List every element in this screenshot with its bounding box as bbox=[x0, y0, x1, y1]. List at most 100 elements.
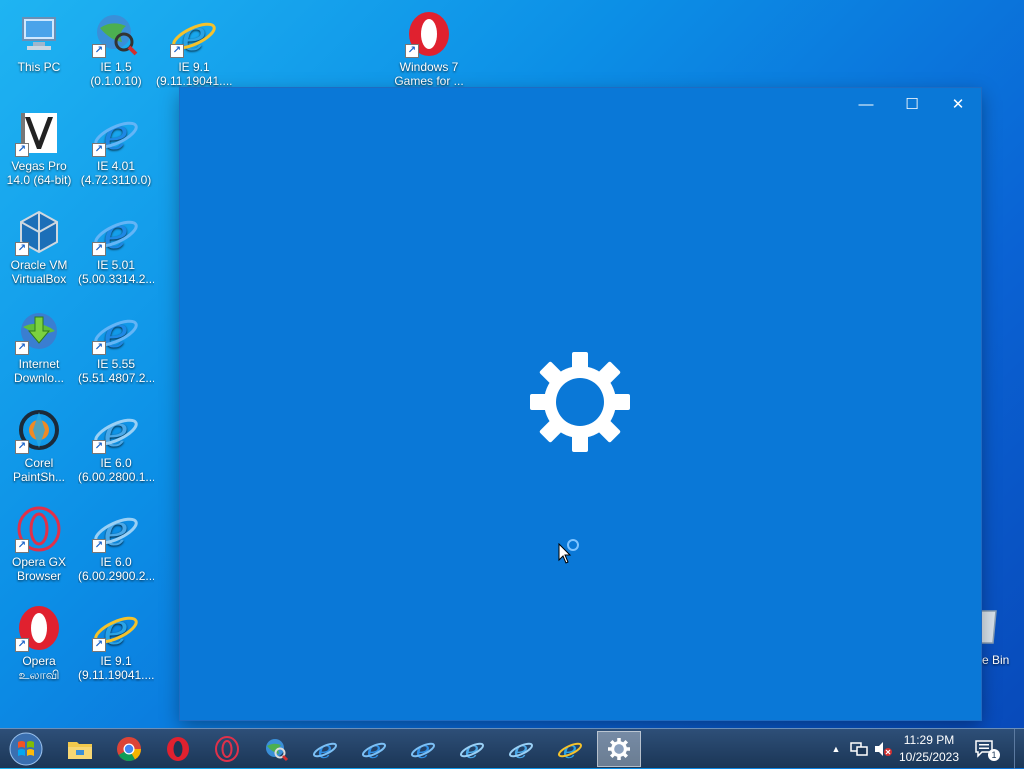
desktop-icon-label: IE 5.01 (5.00.3314.2... bbox=[78, 258, 154, 286]
recycle-bin-label: e Bin bbox=[982, 653, 1010, 667]
ie-icon: e bbox=[557, 736, 583, 762]
ie-icon: e bbox=[508, 736, 534, 762]
computer-icon bbox=[15, 10, 63, 58]
opera-icon bbox=[167, 737, 189, 761]
shortcut-arrow-icon: ↗ bbox=[92, 44, 106, 58]
desktop-icon-corel-paintshop[interactable]: ↗ Corel PaintSh... bbox=[1, 400, 77, 496]
taskbar-ie-a[interactable]: e bbox=[303, 731, 347, 767]
opera-icon: ↗ bbox=[15, 604, 63, 652]
desktop-icon-label: IE 9.1 (9.11.19041.... bbox=[156, 60, 232, 88]
shortcut-arrow-icon: ↗ bbox=[15, 341, 29, 355]
start-button[interactable] bbox=[6, 730, 46, 768]
shortcut-arrow-icon: ↗ bbox=[15, 242, 29, 256]
svg-text:e: e bbox=[104, 605, 129, 652]
desktop-icon-label: Internet Downlo... bbox=[13, 357, 65, 385]
desktop-icon-virtualbox[interactable]: ↗ Oracle VM VirtualBox bbox=[1, 202, 77, 298]
download-manager-icon: ↗ bbox=[15, 307, 63, 355]
shortcut-arrow-icon: ↗ bbox=[92, 638, 106, 652]
svg-text:e: e bbox=[182, 11, 207, 58]
gear-icon bbox=[530, 352, 630, 452]
show-desktop-button[interactable] bbox=[1014, 729, 1024, 769]
taskbar-ie-b[interactable]: e bbox=[352, 731, 396, 767]
tray-overflow-chevron[interactable]: ▲ bbox=[828, 729, 844, 769]
ie-globe-icon: ↗ bbox=[92, 10, 140, 58]
clock-time: 11:29 PM bbox=[903, 733, 955, 747]
close-button[interactable]: ✕ bbox=[935, 88, 981, 120]
desktop-icon-opera-gx[interactable]: ↗ Opera GX Browser bbox=[1, 499, 77, 595]
taskbar-file-explorer[interactable] bbox=[58, 731, 102, 767]
shortcut-arrow-icon: ↗ bbox=[15, 638, 29, 652]
ie-icon: e ↗ bbox=[92, 109, 140, 159]
desktop-icon-label: IE 6.0 (6.00.2900.2... bbox=[78, 555, 154, 583]
shortcut-arrow-icon: ↗ bbox=[15, 539, 29, 553]
desktop-icon-label: Oracle VM VirtualBox bbox=[10, 258, 68, 286]
taskbar-ie-e[interactable]: e bbox=[499, 731, 543, 767]
desktop-icon-ie-6-0-b[interactable]: e ↗ IE 6.0 (6.00.2900.2... bbox=[78, 499, 154, 595]
opera-icon: ↗ bbox=[405, 10, 453, 58]
desktop-icon-windows7-games[interactable]: ↗ Windows 7 Games for ... bbox=[391, 4, 467, 100]
desktop-icon-ie-5-55[interactable]: e ↗ IE 5.55 (5.51.4807.2... bbox=[78, 301, 154, 397]
desktop-icon-ie-4-01[interactable]: e ↗ IE 4.01 (4.72.3110.0) bbox=[78, 103, 154, 199]
volume-muted-icon[interactable] bbox=[872, 729, 894, 769]
settings-window[interactable]: — ☐ ✕ bbox=[180, 88, 981, 720]
shortcut-arrow-icon: ↗ bbox=[92, 341, 106, 355]
opera-gx-icon bbox=[215, 736, 239, 762]
ie-icon: e ↗ bbox=[92, 604, 140, 654]
desktop-icon-ie-9-1-b[interactable]: e ↗ IE 9.1 (9.11.19041.... bbox=[78, 598, 154, 694]
desktop-icon-ie-1-5[interactable]: ↗ IE 1.5 (0.1.0.10) bbox=[78, 4, 154, 100]
desktop-icon-vegas-pro[interactable]: ↗ Vegas Pro 14.0 (64-bit) bbox=[1, 103, 77, 199]
ie-icon: e ↗ bbox=[92, 505, 140, 555]
desktop-icon-label: IE 6.0 (6.00.2800.1... bbox=[78, 456, 154, 484]
desktop-icon-this-pc[interactable]: This PC bbox=[1, 4, 77, 100]
desktop-icon-label: This PC bbox=[17, 60, 61, 74]
ie-icon: e bbox=[410, 736, 436, 762]
opera-gx-icon: ↗ bbox=[15, 505, 63, 553]
ie-icon: e bbox=[459, 736, 485, 762]
desktop-icon-opera[interactable]: ↗ Opera உலாவி bbox=[1, 598, 77, 694]
desktop-icon-label: IE 1.5 (0.1.0.10) bbox=[90, 60, 142, 88]
taskbar-chrome[interactable] bbox=[107, 731, 151, 767]
shortcut-arrow-icon: ↗ bbox=[170, 44, 184, 58]
shortcut-arrow-icon: ↗ bbox=[15, 143, 29, 157]
taskbar-ie-f[interactable]: e bbox=[548, 731, 592, 767]
taskbar-clock[interactable]: 11:29 PM 10/25/2023 bbox=[896, 732, 962, 766]
svg-text:e: e bbox=[104, 209, 129, 256]
desktop-icon-label: Vegas Pro 14.0 (64-bit) bbox=[6, 159, 72, 187]
shortcut-arrow-icon: ↗ bbox=[92, 539, 106, 553]
ie-icon: e bbox=[312, 736, 338, 762]
virtualbox-icon: ↗ bbox=[15, 208, 63, 256]
network-icon[interactable] bbox=[848, 729, 870, 769]
chrome-icon bbox=[117, 737, 141, 762]
svg-text:e: e bbox=[104, 506, 129, 553]
desktop-icon-ie-9-1-a[interactable]: e ↗ IE 9.1 (9.11.19041.... bbox=[156, 4, 232, 100]
ie-icon: e bbox=[361, 736, 387, 762]
svg-text:e: e bbox=[104, 407, 129, 454]
desktop-icon-label: Opera உலாவி bbox=[18, 654, 60, 682]
ie-icon: e ↗ bbox=[170, 10, 218, 60]
desktop-icon-ie-6-0-a[interactable]: e ↗ IE 6.0 (6.00.2800.1... bbox=[78, 400, 154, 496]
desktop-icon-label: IE 4.01 (4.72.3110.0) bbox=[80, 159, 152, 187]
notification-count-badge: 1 bbox=[988, 749, 1000, 761]
shortcut-arrow-icon: ↗ bbox=[92, 143, 106, 157]
ie-icon: e ↗ bbox=[92, 208, 140, 258]
taskbar-ie-1-5[interactable] bbox=[254, 731, 298, 767]
shortcut-arrow-icon: ↗ bbox=[15, 440, 29, 454]
maximize-button[interactable]: ☐ bbox=[889, 88, 935, 120]
taskbar-opera[interactable] bbox=[156, 731, 200, 767]
desktop-icon-internet-download-manager[interactable]: ↗ Internet Downlo... bbox=[1, 301, 77, 397]
svg-text:e: e bbox=[104, 308, 129, 355]
taskbar-settings[interactable] bbox=[597, 731, 641, 767]
desktop-icon-ie-5-01[interactable]: e ↗ IE 5.01 (5.00.3314.2... bbox=[78, 202, 154, 298]
ie-icon: e ↗ bbox=[92, 406, 140, 456]
clock-date: 10/25/2023 bbox=[898, 750, 960, 764]
notification-center-button[interactable]: 1 bbox=[970, 729, 1000, 769]
minimize-button[interactable]: — bbox=[843, 88, 889, 120]
ie-icon: e ↗ bbox=[92, 307, 140, 357]
desktop-icon-label: IE 5.55 (5.51.4807.2... bbox=[78, 357, 154, 385]
svg-text:e: e bbox=[104, 110, 129, 157]
taskbar-ie-c[interactable]: e bbox=[401, 731, 445, 767]
taskbar-ie-d[interactable]: e bbox=[450, 731, 494, 767]
taskbar-opera-gx[interactable] bbox=[205, 731, 249, 767]
shortcut-arrow-icon: ↗ bbox=[92, 440, 106, 454]
windows-logo-icon bbox=[9, 732, 43, 766]
